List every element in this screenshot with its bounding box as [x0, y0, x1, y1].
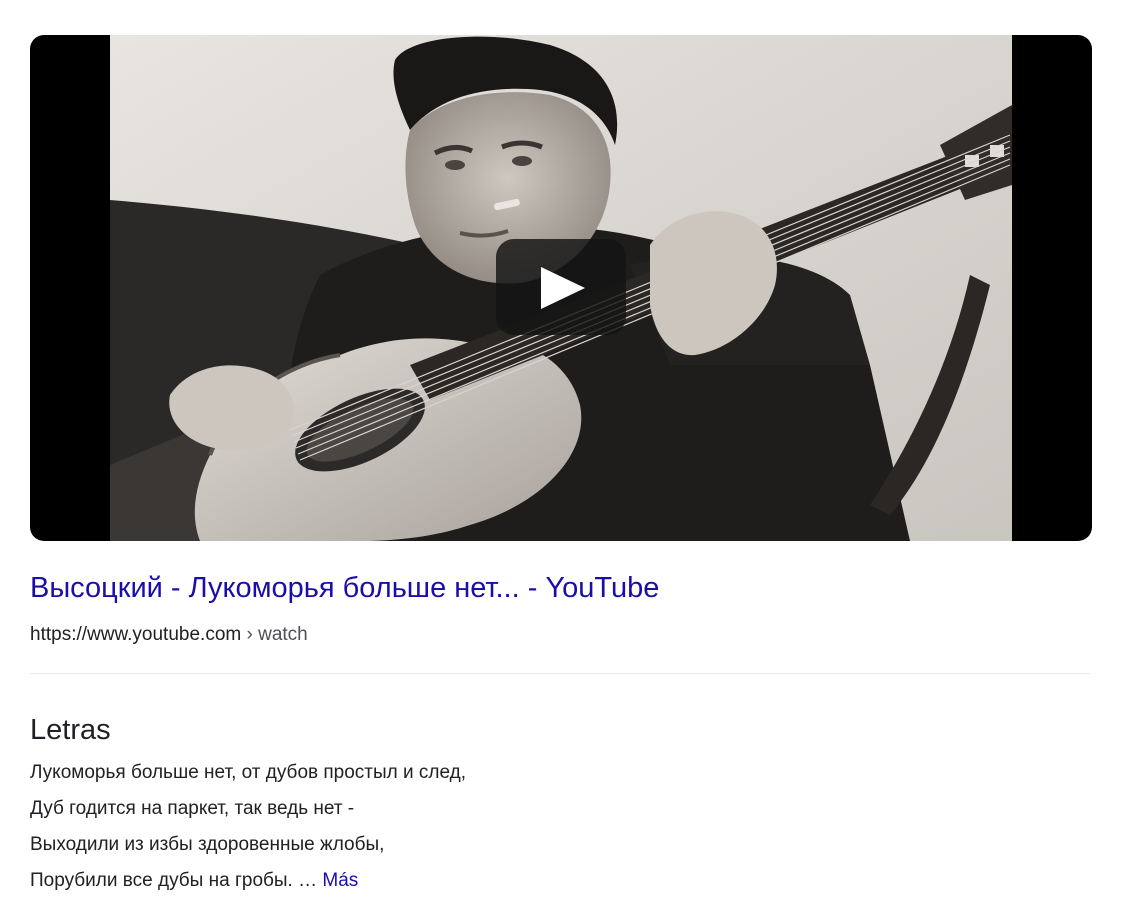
play-button[interactable] [496, 239, 626, 335]
lyrics-line-text: Порубили все дубы на гробы. … [30, 870, 323, 891]
search-result-page: Высоцкий - Лукоморья больше нет... - You… [0, 0, 1125, 921]
lyrics-line: Дуб годится на паркет, так ведь нет - [30, 798, 355, 819]
result-url-path: › watch [241, 624, 308, 645]
play-icon [541, 267, 585, 309]
lyrics-line: Выходили из избы здоровенные жлобы, [30, 834, 385, 855]
lyrics-block: Лукоморья больше нет, от дубов простыл и… [30, 759, 466, 903]
result-url-domain: https://www.youtube.com [30, 624, 242, 645]
video-player[interactable] [30, 35, 1092, 541]
more-link[interactable]: Más [322, 870, 358, 891]
cropped-previous-text [30, 0, 630, 6]
lyrics-heading: Letras [30, 714, 111, 746]
divider [30, 673, 1090, 674]
result-title-link[interactable]: Высоцкий - Лукоморья больше нет... - You… [30, 572, 659, 605]
result-url: https://www.youtube.com › watch [30, 624, 308, 646]
lyrics-line: Лукоморья больше нет, от дубов простыл и… [30, 762, 467, 783]
lyrics-line-last: Порубили все дубы на гробы. … Más [30, 867, 466, 903]
